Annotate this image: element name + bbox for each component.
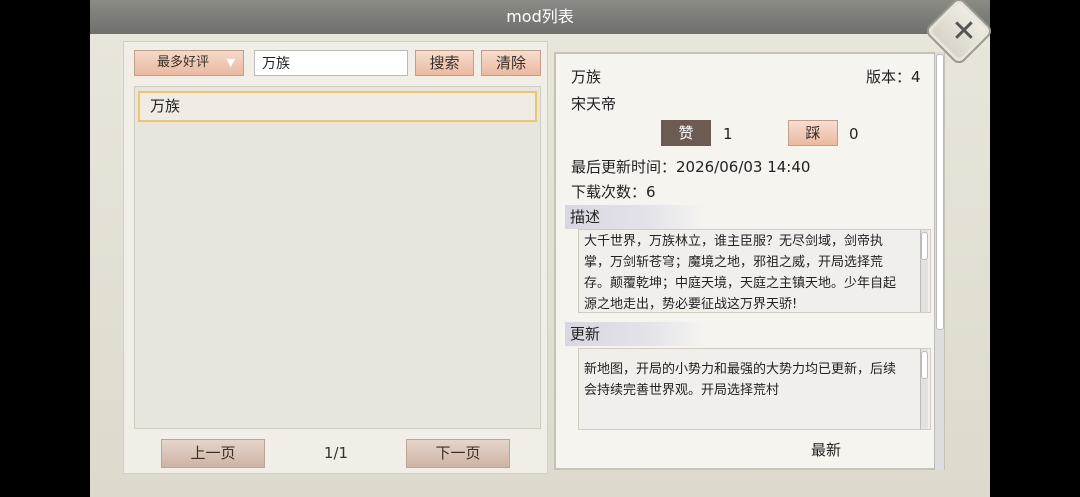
- chevron-down-icon: ▼: [226, 56, 235, 69]
- next-page-button[interactable]: 下一页: [406, 439, 510, 468]
- last-updated: 最后更新时间：2026/06/03 14:40: [571, 158, 811, 176]
- dislike-count: 0: [849, 125, 859, 143]
- like-button[interactable]: 赞: [661, 120, 711, 146]
- sort-dropdown[interactable]: 最多好评 ▼: [134, 50, 244, 76]
- mod-version: 版本：4: [866, 68, 921, 86]
- update-heading: 更新: [565, 322, 705, 346]
- list-item[interactable]: 万族: [138, 91, 537, 122]
- search-button[interactable]: 搜索: [415, 50, 474, 76]
- clear-button[interactable]: 清除: [481, 50, 541, 76]
- window-title: mod列表: [90, 0, 990, 34]
- mod-author: 宋天帝: [571, 95, 617, 113]
- sort-label: 最多好评: [157, 55, 210, 70]
- prev-page-button[interactable]: 上一页: [161, 439, 265, 468]
- description-scrollbar[interactable]: [920, 230, 928, 312]
- like-count: 1: [723, 125, 733, 143]
- description-heading: 描述: [565, 205, 705, 229]
- search-input[interactable]: [254, 50, 408, 76]
- mod-list: [134, 86, 541, 429]
- page-indicator: 1/1: [323, 444, 349, 462]
- close-icon[interactable]: ✕: [944, 15, 984, 49]
- detail-scrollbar[interactable]: [934, 52, 944, 470]
- update-notes-text: 新地图，开局的小势力和最强的大势力均已更新，后续会持续完善世界观。开局选择荒村: [578, 348, 931, 430]
- dislike-button[interactable]: 踩: [788, 120, 838, 146]
- latest-button[interactable]: 最新: [811, 439, 841, 460]
- download-count: 下载次数：6: [571, 183, 656, 201]
- mod-title: 万族: [571, 68, 602, 86]
- update-scrollbar[interactable]: [920, 349, 928, 429]
- description-text: 大千世界，万族林立，谁主臣服？无尽剑域，剑帝执掌，万剑斩苍穹；魔境之地，邪祖之威…: [578, 229, 931, 313]
